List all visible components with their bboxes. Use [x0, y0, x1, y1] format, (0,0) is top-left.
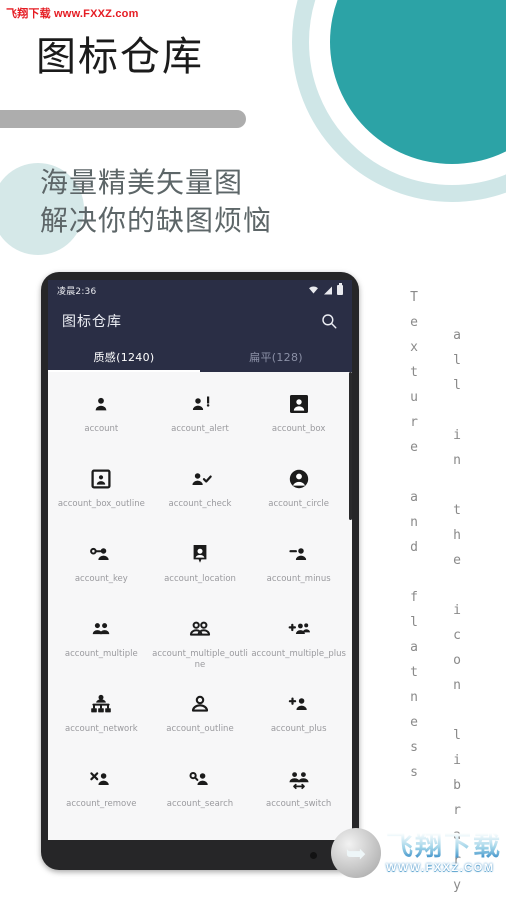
status-bar-icons [308, 283, 343, 295]
icon-grid-container[interactable]: account account_alert account_box account_b… [48, 372, 352, 840]
icon-label: account_search [166, 799, 234, 809]
app-bar: 图标仓库 [48, 300, 352, 342]
account_network-icon [89, 691, 113, 717]
watermark-bottom: ➥ 飞翔下载 WWW.FXXZ.COM [331, 828, 502, 878]
icon-cell-account_multiple_plus[interactable]: account_multiple_plus [249, 607, 348, 682]
icon-label: account_minus [266, 574, 331, 584]
icon-label: account_multiple [64, 649, 138, 659]
tab-bar: 质感(1240) 扁平(128) [48, 342, 352, 372]
account_switch-icon [287, 766, 311, 792]
icon-label: account_circle [268, 499, 330, 509]
vertical-text-texture-and-flatness: T e x t u r e a n d f l a t n e s s [410, 290, 418, 780]
watermark-bottom-cn: 飞翔下载 [386, 830, 502, 862]
icon-cell-account_check[interactable]: account_check [151, 457, 250, 532]
account-icon [89, 391, 113, 417]
account_key-icon [89, 541, 113, 567]
icon-label: account_plus [270, 724, 327, 734]
icon-cell-account_remove[interactable]: account_remove [52, 757, 151, 832]
watermark-top: 飞翔下载 www.FXXZ.com [6, 8, 139, 20]
account_check-icon [188, 466, 212, 492]
signal-icon [324, 286, 332, 294]
tab-flat[interactable]: 扁平(128) [200, 342, 352, 372]
account_multiple-icon [89, 616, 113, 642]
vertical-text-all-in-the-icon-library: a l l i n t h e i c o n l i b r a r y [453, 328, 461, 893]
account_minus-icon [287, 541, 311, 567]
account_circle-icon [287, 466, 311, 492]
icon-cell-account_box_outline[interactable]: account_box_outline [52, 457, 151, 532]
icon-cell-account_network[interactable]: account_network [52, 682, 151, 757]
icon-label: account_multiple_outline [152, 649, 248, 670]
icon-cell-account[interactable]: account [52, 382, 151, 457]
account_multiple_outline-icon [188, 616, 212, 642]
status-bar-time: 凌晨2:36 [57, 286, 97, 297]
wifi-icon [309, 286, 318, 294]
search-icon[interactable] [320, 312, 338, 330]
watermark-bottom-en: WWW.FXXZ.COM [386, 861, 495, 874]
account_location-icon [188, 541, 212, 567]
phone-mockup: 凌晨2:36 图标仓库 质感(1240) 扁平(128) account acc… [41, 272, 359, 870]
page-title: 图标仓库 [36, 34, 204, 80]
icon-cell-account_alert[interactable]: account_alert [151, 382, 250, 457]
icon-grid: account account_alert account_box account_b… [48, 372, 352, 832]
account_box_outline-icon [89, 466, 113, 492]
icon-label: account_box [271, 424, 326, 434]
icon-label: account_box_outline [57, 499, 145, 509]
icon-label: account_switch [266, 799, 332, 809]
account_box-icon [287, 391, 311, 417]
icon-cell-account_minus[interactable]: account_minus [249, 532, 348, 607]
status-bar: 凌晨2:36 [48, 280, 352, 300]
app-bar-title: 图标仓库 [62, 314, 122, 330]
icon-cell-account_box[interactable]: account_box [249, 382, 348, 457]
icon-cell-account_outline[interactable]: account_outline [151, 682, 250, 757]
watermark-bottom-text: 飞翔下载 WWW.FXXZ.COM [386, 833, 502, 874]
icon-label: account_key [74, 574, 128, 584]
account_alert-icon [188, 391, 212, 417]
feixiang-logo-icon: ➥ [331, 828, 381, 878]
icon-cell-account_multiple[interactable]: account_multiple [52, 607, 151, 682]
phone-camera-dot [310, 852, 317, 859]
icon-label: account_network [65, 724, 138, 734]
icon-label: account_check [168, 499, 232, 509]
icon-label: account [84, 424, 119, 434]
account_multiple_plus-icon [287, 616, 311, 642]
account_outline-icon [188, 691, 212, 717]
icon-cell-account_key[interactable]: account_key [52, 532, 151, 607]
icon-cell-account_switch[interactable]: account_switch [249, 757, 348, 832]
subtitle: 海量精美矢量图 解决你的缺图烦恼 [40, 166, 273, 237]
account_plus-icon [287, 691, 311, 717]
icon-label: account_multiple_plus [251, 649, 346, 659]
account_remove-icon [89, 766, 113, 792]
tab-texture[interactable]: 质感(1240) [48, 342, 200, 372]
vertical-scrollbar[interactable] [349, 372, 352, 520]
icon-cell-account_search[interactable]: account_search [151, 757, 250, 832]
icon-cell-account_circle[interactable]: account_circle [249, 457, 348, 532]
icon-label: account_location [164, 574, 236, 584]
poster-canvas: 飞翔下载 www.FXXZ.com 图标仓库 海量精美矢量图 解决你的缺图烦恼 … [0, 0, 506, 900]
title-underline-bar [0, 110, 246, 128]
battery-icon [337, 283, 343, 295]
icon-label: account_outline [166, 724, 234, 734]
icon-cell-account_plus[interactable]: account_plus [249, 682, 348, 757]
account_search-icon [188, 766, 212, 792]
icon-cell-account_multiple_outline[interactable]: account_multiple_outline [151, 607, 250, 682]
phone-screen: 凌晨2:36 图标仓库 质感(1240) 扁平(128) account acc… [48, 280, 352, 840]
icon-label: account_remove [66, 799, 137, 809]
icon-cell-account_location[interactable]: account_location [151, 532, 250, 607]
icon-label: account_alert [171, 424, 229, 434]
